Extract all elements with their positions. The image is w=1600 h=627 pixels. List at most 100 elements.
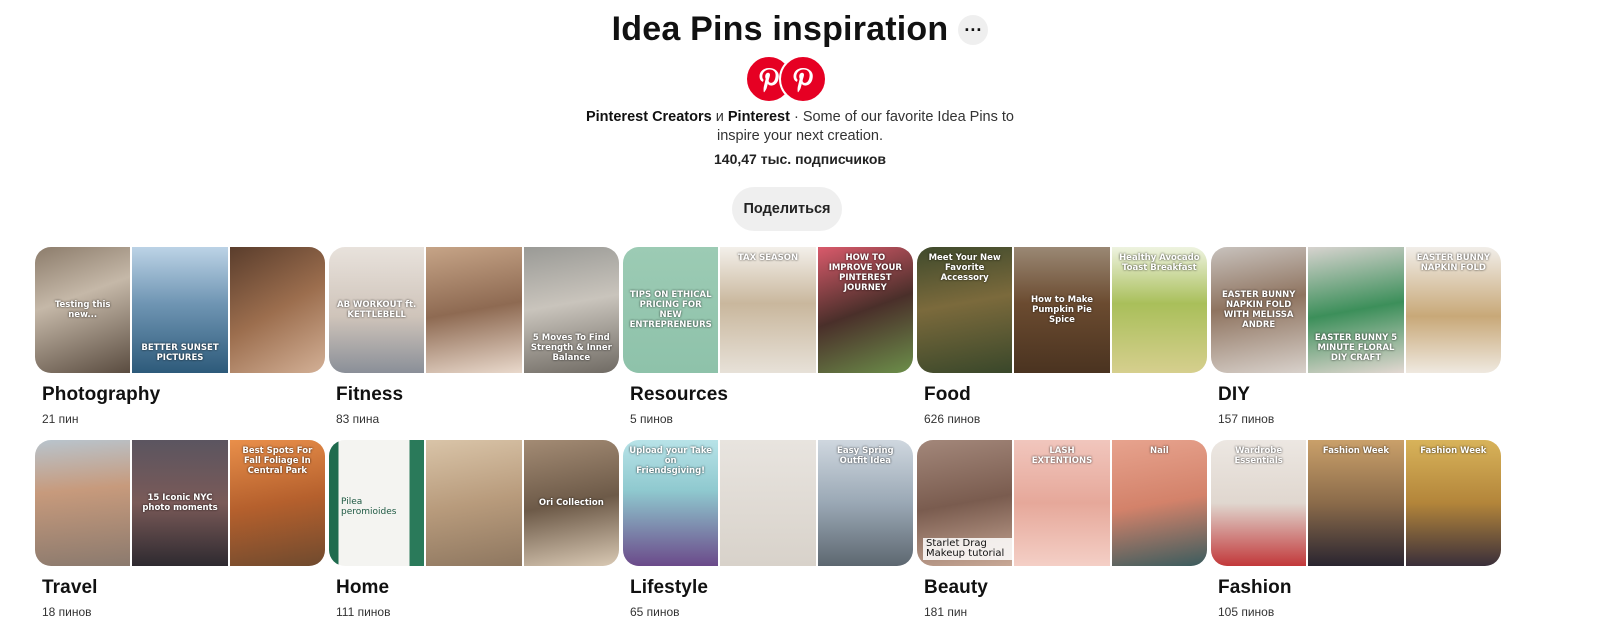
board-cover-collage[interactable]: AB WORKOUT ft. KETTLEBELL 5 Moves To Find…: [329, 247, 619, 373]
pin-overlay-text: Fashion Week: [1420, 446, 1487, 456]
board-card[interactable]: Upload your Take on Friendsgiving! Easy S…: [623, 440, 913, 619]
board-title: Idea Pins inspiration: [611, 10, 949, 48]
more-dots-icon: ···: [964, 19, 983, 40]
board-pin-count: 5 пинов: [630, 412, 673, 426]
board-cover-collage[interactable]: 15 Iconic NYC photo moments Best Spots Fo…: [35, 440, 325, 566]
more-options-button[interactable]: ···: [958, 14, 989, 45]
owner-link-creators[interactable]: Pinterest Creators: [586, 109, 712, 125]
pin-overlay-text: Testing this new...: [54, 300, 111, 320]
pin-overlay-text: 15 Iconic NYC photo moments: [142, 493, 218, 513]
board-card[interactable]: Pilea peromioides Ori Collection Home 111 п…: [329, 440, 619, 619]
board-cover-collage[interactable]: TIPS ON ETHICAL PRICING FOR NEW ENTREPRE…: [623, 247, 913, 373]
pin-thumbnail[interactable]: Meet Your New Favorite Accessory: [917, 247, 1013, 373]
pin-thumbnail[interactable]: TIPS ON ETHICAL PRICING FOR NEW ENTREPRE…: [623, 247, 719, 373]
collaborator-avatars[interactable]: [745, 55, 835, 103]
pin-thumbnail[interactable]: [35, 440, 131, 566]
board-name[interactable]: Beauty: [924, 577, 1207, 599]
pin-thumbnail[interactable]: EASTER BUNNY NAPKIN FOLD WITH MELISSA AN…: [1211, 247, 1307, 373]
board-pin-count: 18 пинов: [42, 605, 92, 619]
pin-thumbnail[interactable]: Fashion Week: [1308, 440, 1404, 566]
board-card[interactable]: Meet Your New Favorite Accessory How to M…: [917, 247, 1207, 426]
pin-thumbnail[interactable]: 15 Iconic NYC photo moments: [132, 440, 228, 566]
pin-thumbnail[interactable]: [426, 440, 522, 566]
pin-thumbnail[interactable]: [426, 247, 522, 373]
board-pin-count: 181 пин: [924, 605, 968, 619]
pin-thumbnail[interactable]: Upload your Take on Friendsgiving!: [623, 440, 719, 566]
board-card[interactable]: AB WORKOUT ft. KETTLEBELL 5 Moves To Find…: [329, 247, 619, 426]
board-cover-collage[interactable]: Meet Your New Favorite Accessory How to M…: [917, 247, 1207, 373]
pin-thumbnail[interactable]: Easy Spring Outfit Idea: [817, 440, 913, 566]
pin-thumbnail[interactable]: Healthy Avocado Toast Breakfast: [1111, 247, 1207, 373]
pin-overlay-text: Wardrobe Essentials: [1234, 446, 1283, 466]
board-card[interactable]: Wardrobe Essentials Fashion Week Fashion W…: [1211, 440, 1501, 619]
board-cover-collage[interactable]: Upload your Take on Friendsgiving! Easy S…: [623, 440, 913, 566]
pin-thumbnail[interactable]: EASTER BUNNY 5 MINUTE FLORAL DIY CRAFT: [1308, 247, 1404, 373]
pin-overlay-text: HOW TO IMPROVE YOUR PINTEREST JOURNEY: [828, 253, 902, 293]
board-pin-count: 21 пин: [42, 412, 79, 426]
pin-overlay-text: EASTER BUNNY NAPKIN FOLD: [1416, 253, 1491, 273]
board-pin-count: 65 пинов: [630, 605, 680, 619]
pinterest-logo-icon: [793, 68, 813, 93]
pin-thumbnail[interactable]: LASH EXTENTIONS: [1014, 440, 1110, 566]
board-cover-collage[interactable]: Wardrobe Essentials Fashion Week Fashion W…: [1211, 440, 1501, 566]
pin-overlay-text: TIPS ON ETHICAL PRICING FOR NEW ENTREPRE…: [629, 290, 712, 330]
pin-overlay-text: Healthy Avocado Toast Breakfast: [1119, 253, 1200, 273]
pin-thumbnail[interactable]: EASTER BUNNY NAPKIN FOLD: [1405, 247, 1501, 373]
pin-thumbnail[interactable]: Testing this new...: [35, 247, 131, 373]
board-pin-count: 111 пинов: [336, 605, 391, 619]
board-card[interactable]: EASTER BUNNY NAPKIN FOLD WITH MELISSA AN…: [1211, 247, 1501, 426]
share-button[interactable]: Поделиться: [732, 187, 842, 231]
pin-thumbnail[interactable]: Starlet Drag Makeup tutorial: [917, 440, 1013, 566]
pin-overlay-text: Easy Spring Outfit Idea: [837, 446, 894, 466]
pin-thumbnail[interactable]: HOW TO IMPROVE YOUR PINTEREST JOURNEY: [817, 247, 913, 373]
pin-thumbnail[interactable]: Pilea peromioides: [329, 440, 425, 566]
board-card[interactable]: TIPS ON ETHICAL PRICING FOR NEW ENTREPRE…: [623, 247, 913, 426]
board-name[interactable]: DIY: [1218, 384, 1501, 406]
pin-thumbnail[interactable]: Nail: [1111, 440, 1207, 566]
description-text: · Some of our favorite Idea Pins to: [789, 109, 1014, 125]
pin-thumbnail[interactable]: How to Make Pumpkin Pie Spice: [1014, 247, 1110, 373]
pin-overlay-text: BETTER SUNSET PICTURES: [141, 343, 219, 363]
pin-thumbnail[interactable]: Best Spots For Fall Foliage In Central P…: [229, 440, 325, 566]
board-name[interactable]: Travel: [42, 577, 325, 599]
pin-thumbnail[interactable]: 5 Moves To Find Strength & Inner Balance: [523, 247, 619, 373]
board-name[interactable]: Food: [924, 384, 1207, 406]
pin-overlay-text: 5 Moves To Find Strength & Inner Balance: [530, 333, 612, 363]
description-text-line2: inspire your next creation.: [716, 128, 884, 144]
conjunction: и: [715, 109, 724, 125]
board-cover-collage[interactable]: Starlet Drag Makeup tutorial LASH EXTENTI…: [917, 440, 1207, 566]
pin-overlay-text: Nail: [1149, 446, 1169, 456]
board-description: Pinterest Creators и Pinterest · Some of…: [0, 108, 1600, 146]
pin-overlay-text: Fashion Week: [1322, 446, 1390, 456]
board-card[interactable]: Starlet Drag Makeup tutorial LASH EXTENTI…: [917, 440, 1207, 619]
board-name[interactable]: Resources: [630, 384, 913, 406]
board-name[interactable]: Lifestyle: [630, 577, 913, 599]
board-pin-count: 83 пина: [336, 412, 380, 426]
board-card[interactable]: Testing this new... BETTER SUNSET PICTURE…: [35, 247, 325, 426]
pin-overlay-text: TAX SEASON: [737, 253, 799, 263]
pin-thumbnail[interactable]: Fashion Week: [1405, 440, 1501, 566]
pinterest-avatar[interactable]: [779, 55, 827, 103]
owner-link-pinterest[interactable]: Pinterest: [728, 109, 790, 125]
board-pin-count: 157 пинов: [1218, 412, 1275, 426]
pin-thumbnail[interactable]: TAX SEASON: [720, 247, 816, 373]
board-name[interactable]: Home: [336, 577, 619, 599]
board-cover-collage[interactable]: Testing this new... BETTER SUNSET PICTURE…: [35, 247, 325, 373]
board-name[interactable]: Fitness: [336, 384, 619, 406]
followers-count[interactable]: 140,47 тыс. подписчиков: [0, 151, 1600, 167]
board-name[interactable]: Photography: [42, 384, 325, 406]
pin-overlay-text: Meet Your New Favorite Accessory: [928, 253, 1001, 283]
pin-thumbnail[interactable]: BETTER SUNSET PICTURES: [132, 247, 228, 373]
pin-thumbnail[interactable]: Wardrobe Essentials: [1211, 440, 1307, 566]
pin-thumbnail[interactable]: Ori Collection: [523, 440, 619, 566]
board-pin-count: 626 пинов: [924, 412, 981, 426]
board-card[interactable]: 15 Iconic NYC photo moments Best Spots Fo…: [35, 440, 325, 619]
pin-overlay-text: How to Make Pumpkin Pie Spice: [1030, 295, 1093, 325]
pin-thumbnail[interactable]: [229, 247, 325, 373]
board-name[interactable]: Fashion: [1218, 577, 1501, 599]
board-cover-collage[interactable]: EASTER BUNNY NAPKIN FOLD WITH MELISSA AN…: [1211, 247, 1501, 373]
pin-thumbnail[interactable]: AB WORKOUT ft. KETTLEBELL: [329, 247, 425, 373]
pin-overlay-text: EASTER BUNNY 5 MINUTE FLORAL DIY CRAFT: [1314, 333, 1398, 363]
pin-thumbnail[interactable]: [720, 440, 816, 566]
board-cover-collage[interactable]: Pilea peromioides Ori Collection: [329, 440, 619, 566]
